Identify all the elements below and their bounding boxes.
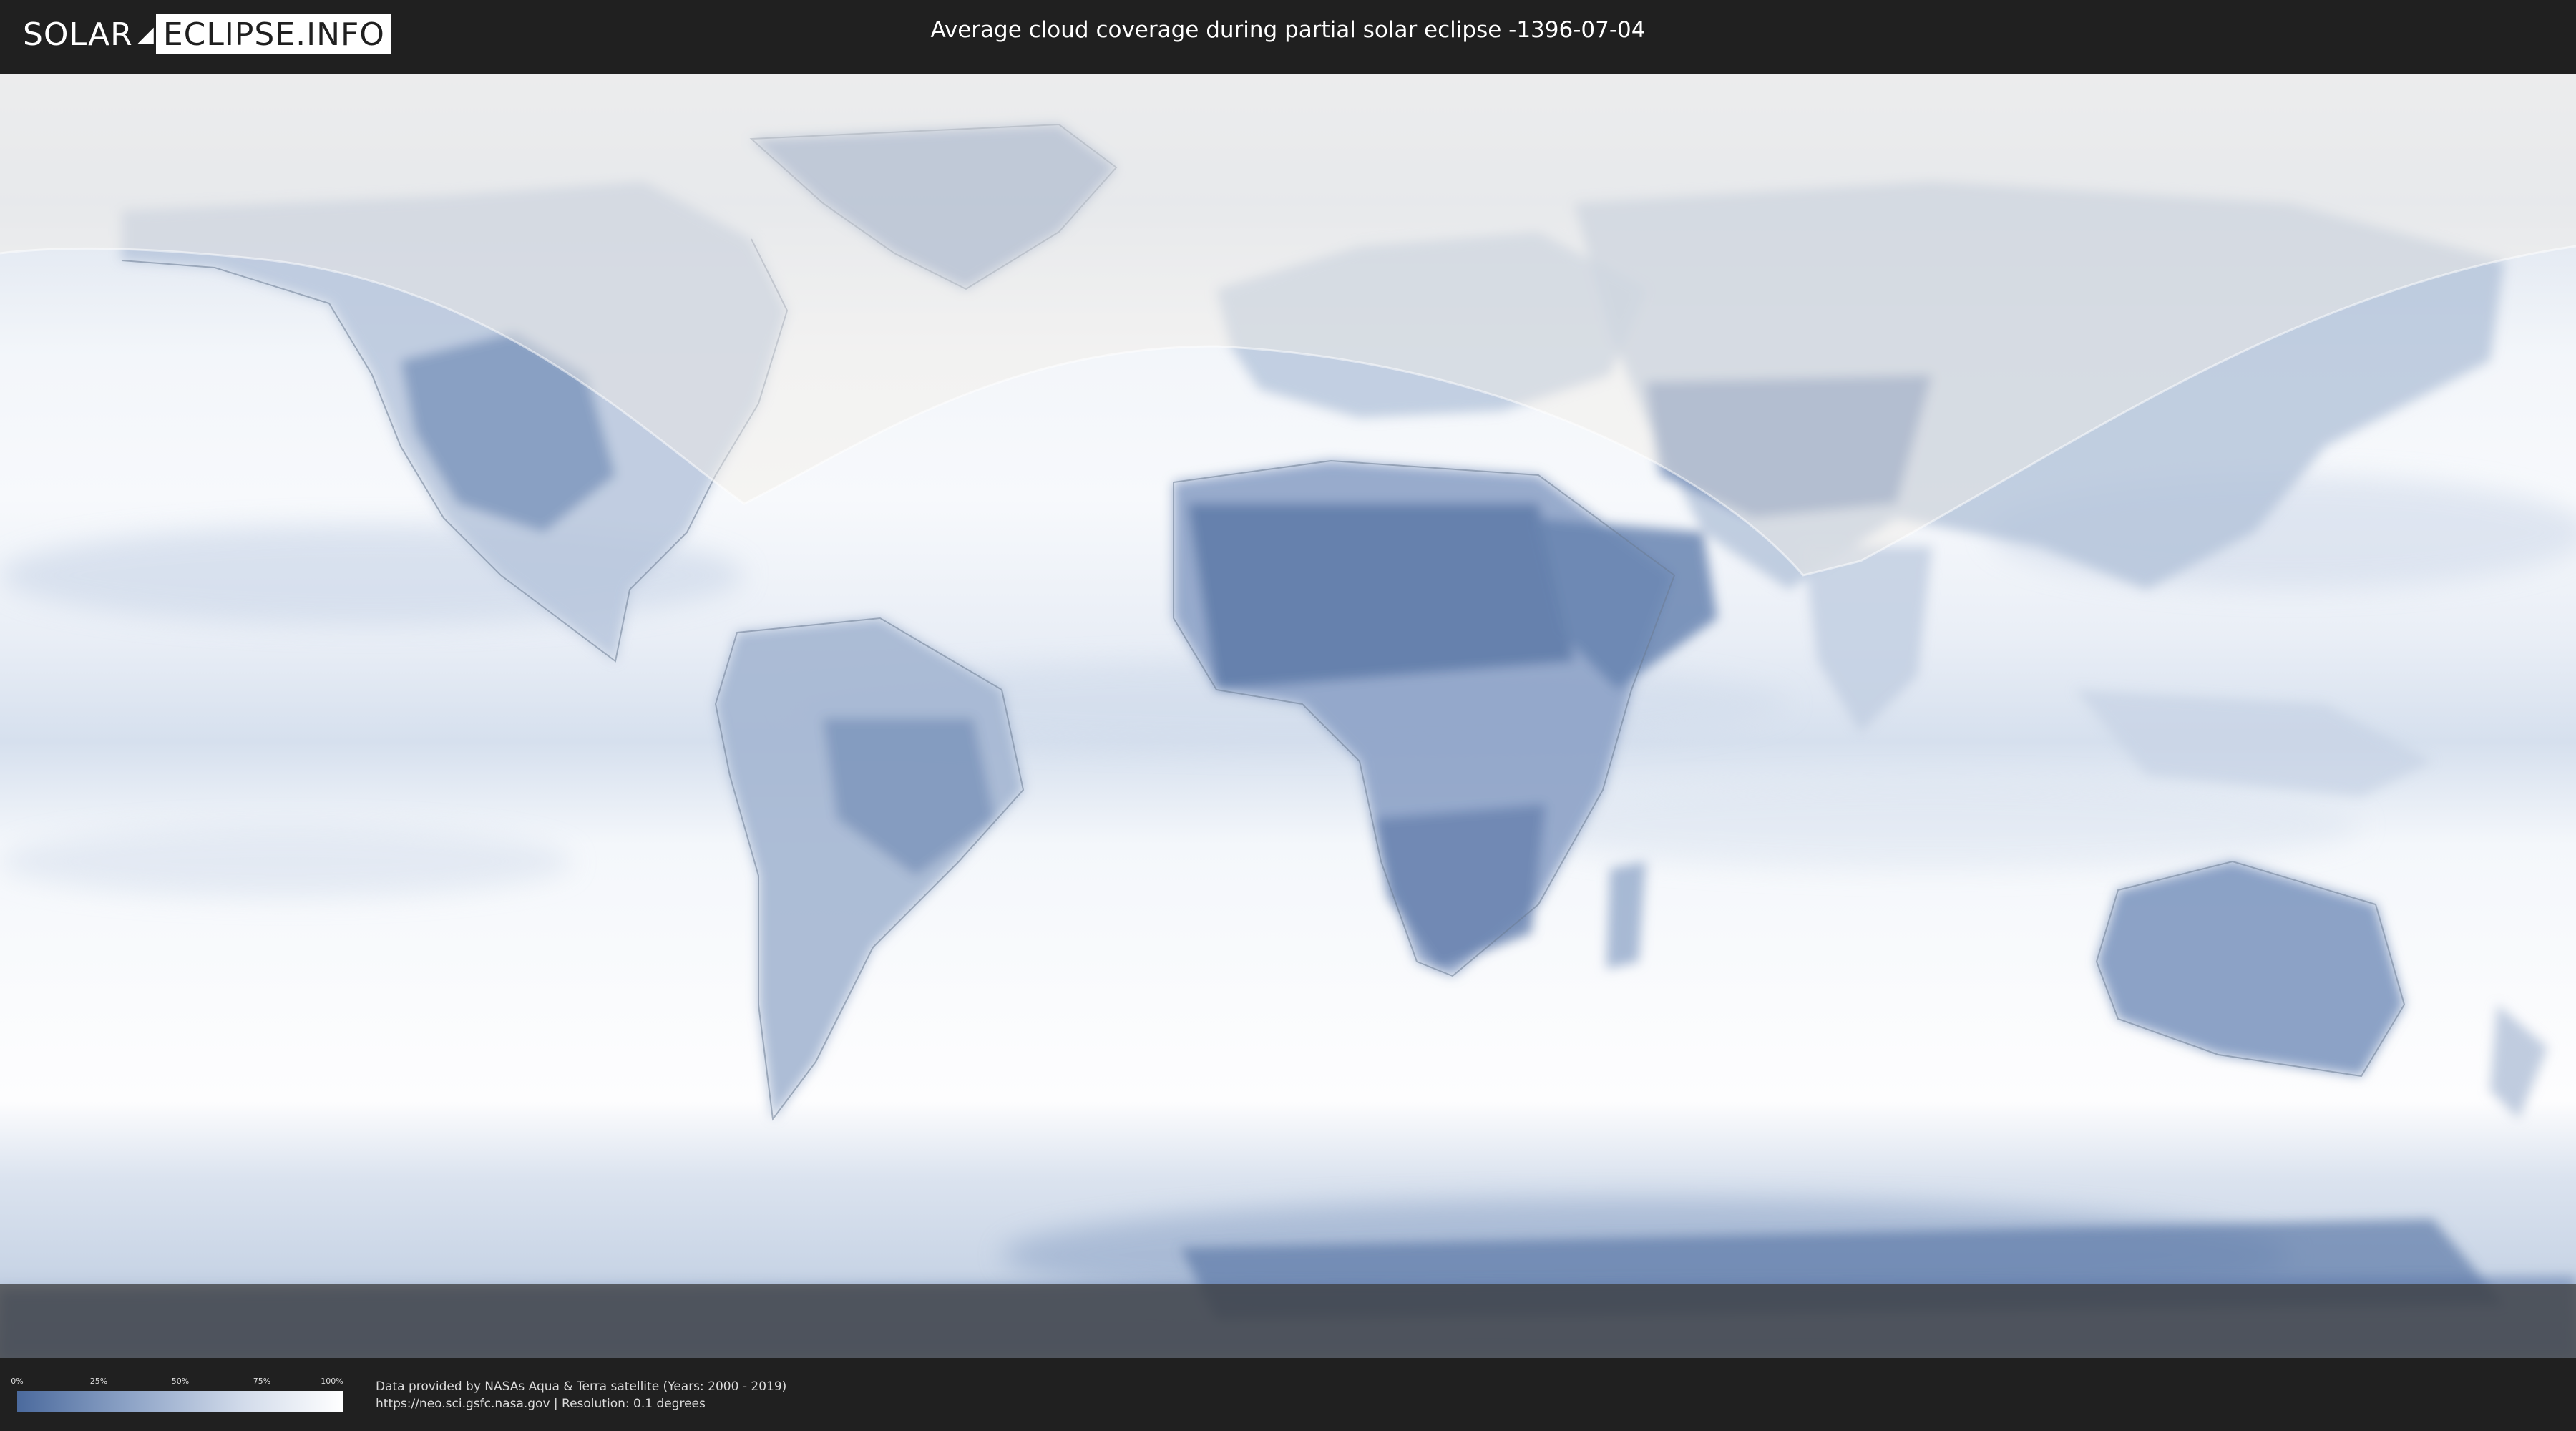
legend-tick-50: 50% — [171, 1377, 190, 1386]
world-map-svg — [0, 74, 2576, 1358]
legend-gradient-bar — [17, 1391, 343, 1412]
legend-tick-75: 75% — [253, 1377, 271, 1386]
data-source-link[interactable]: https://neo.sci.gsfc.nasa.gov | Resoluti… — [376, 1397, 706, 1411]
legend-tick-0: 0% — [11, 1377, 24, 1386]
data-credit-line: Data provided by NASAs Aqua & Terra sate… — [376, 1379, 787, 1394]
legend-tick-row: 0% 25% 50% 75% 100% — [11, 1377, 343, 1387]
footer-bar — [0, 1358, 2576, 1431]
page-title: Average cloud coverage during partial so… — [930, 17, 1646, 43]
legend-tick-100: 100% — [321, 1377, 343, 1386]
legend-tick-25: 25% — [89, 1377, 108, 1386]
no-data-strip — [0, 1284, 2576, 1358]
cloud-coverage-map[interactable] — [0, 74, 2576, 1358]
top-bar: SOLAR ◢ ECLIPSE.INFO Average cloud cover… — [0, 0, 2576, 70]
